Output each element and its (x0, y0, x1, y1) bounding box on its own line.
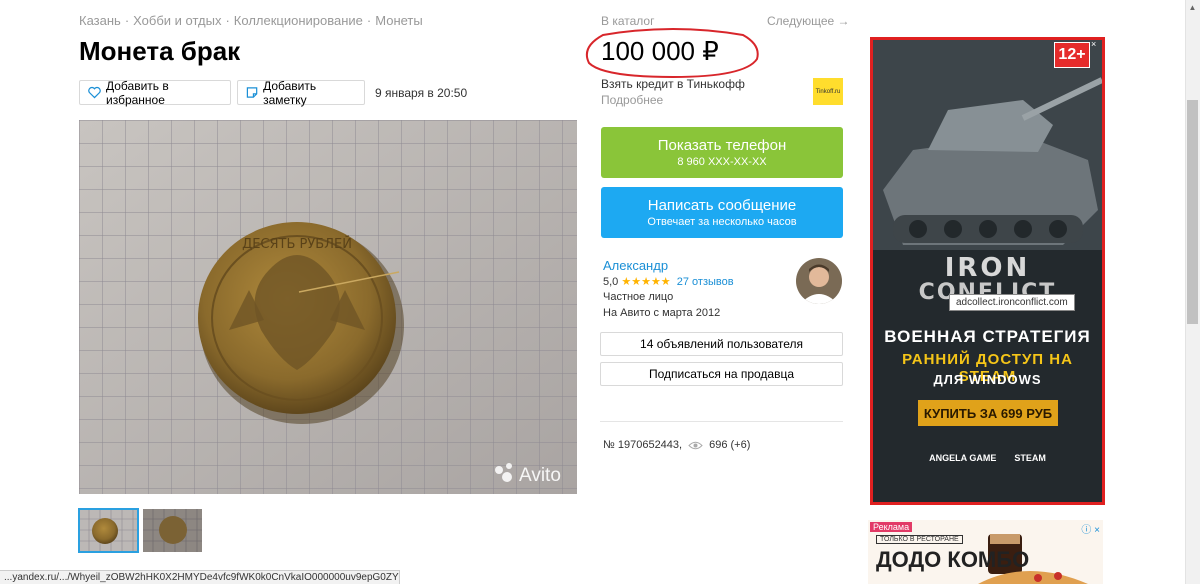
breadcrumb-separator: · (225, 13, 230, 28)
seller-avatar-image (796, 258, 842, 304)
scrollbar-thumb[interactable] (1187, 100, 1198, 324)
thumbnail-2[interactable] (143, 509, 202, 552)
next-listing-link[interactable]: Следующее → (767, 14, 850, 28)
credit-more-link[interactable]: Подробнее (601, 93, 663, 107)
breadcrumb-kazan[interactable]: Казань (79, 13, 121, 28)
ad-close-icon[interactable]: × (1091, 40, 1101, 49)
note-icon (246, 87, 258, 98)
page-title: Монета брак (79, 36, 241, 66)
ad-food-title: ДОДО КОМБО (876, 547, 1030, 572)
main-photo[interactable]: ДЕСЯТЬ РУБЛЕЙ Avito (79, 120, 577, 494)
ad-label: Реклама (870, 522, 913, 532)
views-count: 696 (+6) (709, 439, 751, 451)
game-ad-banner[interactable]: 12+ × IRON CONFLICT adcollect.ironconfli… (870, 37, 1105, 505)
add-to-favorites-button[interactable]: Добавить в избранное (79, 78, 231, 107)
photo-thumbnails (78, 508, 202, 553)
credit-offer[interactable]: Взять кредит в Тинькофф (601, 77, 745, 91)
status-bar-url: ...yandex.ru/.../Whyeil_zOBW2hHK0X2HMYDe… (0, 570, 400, 584)
add-note-button[interactable]: Добавить заметку (237, 78, 365, 107)
response-time: Отвечает за несколько часов (647, 216, 797, 228)
coin-legend-text: ДЕСЯТЬ РУБЛЕЙ (242, 236, 352, 252)
seller-since: На Авито с марта 2012 (603, 307, 721, 319)
scroll-up-arrow-icon[interactable]: ▲ (1185, 0, 1200, 15)
coin-photo-image: ДЕСЯТЬ РУБЛЕЙ Avito (79, 120, 577, 494)
breadcrumb-hobby[interactable]: Хобби и отдых (133, 13, 221, 28)
eye-icon (688, 441, 703, 449)
breadcrumb: Казань · Хобби и отдых · Коллекционирование ·… (79, 13, 423, 28)
subscribe-seller-button[interactable]: Подписаться на продавца (600, 362, 843, 386)
write-message-label: Написать сообщение (647, 197, 797, 214)
add-to-favorites-label: Добавить в избранное (106, 78, 169, 107)
listing-id: № 1970652443, (603, 439, 683, 451)
steam-logo: STEAM (1014, 453, 1046, 463)
ad-brands: ANGELA GAME STEAM (873, 453, 1102, 463)
thumbnail-1[interactable] (78, 508, 139, 553)
tinkoff-logo: Tinkoff.ru (813, 78, 843, 105)
seller-rating: 5,0 ★★★★★ 27 отзывов (603, 275, 734, 288)
add-note-label: Добавить заметку (263, 78, 317, 107)
iron-logo: IRON (944, 253, 1031, 283)
phone-number-masked: 8 960 XXX-XX-XX (677, 156, 767, 168)
write-message-button[interactable]: Написать сообщение Отвечает за несколько… (601, 187, 843, 238)
ad-headline: ВОЕННАЯ СТРАТЕГИЯ (884, 327, 1091, 346)
ad-url-tooltip: adcollect.ironconflict.com (949, 294, 1075, 311)
thumbnail-coin-image (79, 509, 138, 552)
seller-listings-button[interactable]: 14 объявлений пользователя (600, 332, 843, 356)
divider (600, 421, 843, 422)
publish-date: 9 января в 20:50 (375, 86, 468, 100)
listing-meta: № 1970652443, 696 (+6) (603, 439, 750, 451)
breadcrumb-separator: · (124, 13, 130, 28)
avatar[interactable] (796, 258, 842, 304)
age-rating-badge: 12+ (1054, 42, 1090, 68)
ad-platform: ДЛЯ WINDOWS (933, 372, 1042, 387)
reviews-link[interactable]: 27 отзывов (677, 276, 734, 288)
price-highlight-circle-icon (585, 28, 759, 79)
thumbnail-coin-image (143, 509, 202, 552)
ad-buy-button[interactable]: КУПИТЬ ЗА 699 РУБ (918, 400, 1058, 426)
seller-type: Частное лицо (603, 291, 674, 303)
avito-watermark: Avito (519, 465, 561, 486)
heart-icon (88, 86, 101, 99)
show-phone-button[interactable]: Показать телефон 8 960 XXX-XX-XX (601, 127, 843, 178)
rating-value: 5,0 (603, 276, 619, 288)
food-ad-banner[interactable]: Реклама ТОЛЬКО В РЕСТОРАНЕ ДОДО КОМБО ⓘ … (868, 520, 1103, 584)
show-phone-label: Показать телефон (657, 137, 787, 154)
angela-game-logo: ANGELA GAME (929, 453, 997, 463)
breadcrumb-coins[interactable]: Монеты (375, 13, 422, 28)
seller-name-link[interactable]: Александр (603, 258, 668, 273)
catalog-link[interactable]: В каталог (601, 14, 654, 28)
ad-food-subtitle: ТОЛЬКО В РЕСТОРАНЕ (876, 535, 963, 544)
ad-info-close-icon[interactable]: ⓘ × (1081, 521, 1100, 536)
breadcrumb-separator: · (366, 13, 372, 28)
rating-stars-icon: ★★★★★ (621, 276, 671, 288)
breadcrumb-collecting[interactable]: Коллекционирование (234, 13, 363, 28)
scrollbar[interactable]: ▲ (1185, 0, 1200, 584)
